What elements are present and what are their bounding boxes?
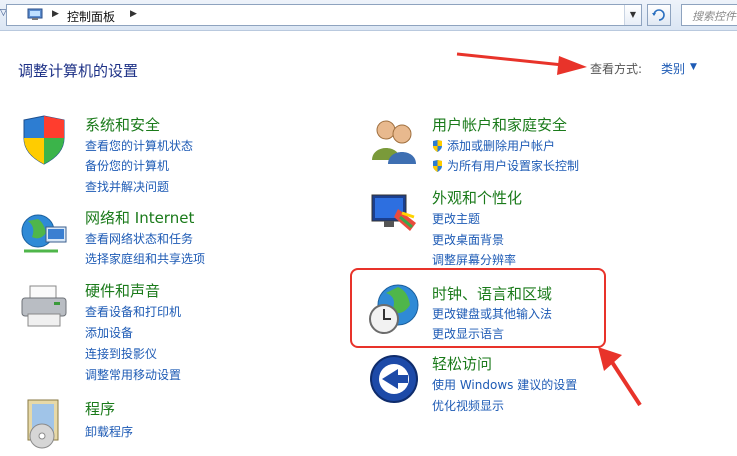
link-text: 为所有用户设置家长控制 (447, 159, 580, 173)
refresh-icon (652, 9, 665, 21)
annotation-highlight-box (350, 268, 606, 348)
annotation-arrow-top (456, 52, 587, 75)
ease-of-access-icon (370, 355, 418, 403)
control-panel-icon (27, 8, 43, 20)
category-link[interactable]: 添加设备 (85, 324, 133, 341)
system-security-icon (23, 115, 65, 165)
page-title: 调整计算机的设置 (18, 62, 139, 80)
category-link[interactable]: 调整常用移动设置 (85, 366, 181, 383)
breadcrumb-arrow-icon[interactable]: ▶ (130, 9, 137, 19)
category-ease-of-access: 轻松访问 使用 Windows 建议的设置 优化视频显示 (368, 353, 638, 413)
category-title[interactable]: 轻松访问 (432, 353, 492, 374)
category-user-accounts: 用户帐户和家庭安全 添加或删除用户帐户 为所有用户设置家长控制 (368, 114, 638, 174)
category-system-security: 系统和安全 查看您的计算机状态 备份您的计算机 查找并解决问题 (18, 114, 268, 194)
link-text: 添加或删除用户帐户 (447, 139, 556, 153)
appearance-icon (371, 194, 416, 231)
category-title[interactable]: 外观和个性化 (432, 187, 522, 208)
category-link[interactable]: 查看设备和打印机 (85, 303, 181, 320)
search-placeholder: 搜索控件 (692, 10, 736, 23)
category-link[interactable]: 更改桌面背景 (432, 231, 504, 248)
category-programs: 程序 卸载程序 (18, 398, 268, 449)
category-link[interactable]: 为所有用户设置家长控制 (432, 157, 579, 174)
category-link[interactable]: 连接到投影仪 (85, 345, 157, 362)
category-link[interactable]: 使用 Windows 建议的设置 (432, 376, 577, 393)
category-title[interactable]: 系统和安全 (85, 114, 160, 135)
address-bar: ▽ ▶ 控制面板 ▶ ▼ 搜索控件 (0, 0, 737, 31)
refresh-button[interactable] (647, 4, 671, 26)
category-link[interactable]: 添加或删除用户帐户 (432, 137, 555, 154)
users-icon (372, 120, 416, 164)
category-link[interactable]: 卸载程序 (85, 423, 133, 440)
category-link[interactable]: 备份您的计算机 (85, 157, 169, 174)
category-appearance: 外观和个性化 更改主题 更改桌面背景 调整屏幕分辨率 (368, 187, 638, 267)
view-by-dropdown[interactable]: 类别 (661, 60, 685, 77)
view-by-label: 查看方式: (590, 62, 643, 76)
category-link[interactable]: 优化视频显示 (432, 397, 504, 414)
dropdown-caret-icon[interactable]: ▼ (690, 62, 697, 72)
category-link[interactable]: 更改主题 (432, 210, 480, 227)
category-link[interactable]: 查看您的计算机状态 (85, 137, 193, 154)
uac-shield-icon (433, 160, 442, 172)
search-field[interactable]: 搜索控件 (681, 4, 737, 26)
category-title[interactable]: 网络和 Internet (85, 207, 194, 228)
breadcrumb[interactable]: 控制面板 (67, 8, 115, 25)
category-title[interactable]: 程序 (85, 398, 115, 419)
category-title[interactable]: 硬件和声音 (85, 280, 160, 301)
category-link[interactable]: 选择家庭组和共享选项 (85, 250, 205, 267)
network-icon (21, 214, 67, 253)
category-link[interactable]: 查找并解决问题 (85, 178, 169, 195)
breadcrumb-arrow-icon[interactable]: ▶ (52, 9, 59, 19)
category-title[interactable]: 用户帐户和家庭安全 (432, 114, 567, 135)
uac-shield-icon (433, 140, 442, 152)
category-hardware-sound: 硬件和声音 查看设备和打印机 添加设备 连接到投影仪 调整常用移动设置 (18, 280, 268, 385)
category-link[interactable]: 调整屏幕分辨率 (432, 251, 516, 268)
address-field[interactable]: ▶ 控制面板 ▶ ▼ (6, 4, 642, 26)
category-network: 网络和 Internet 查看网络状态和任务 选择家庭组和共享选项 (18, 207, 268, 267)
printer-icon (21, 285, 67, 327)
category-link[interactable]: 查看网络状态和任务 (85, 230, 193, 247)
programs-icon (27, 399, 59, 449)
address-dropdown-icon[interactable]: ▼ (624, 5, 641, 25)
